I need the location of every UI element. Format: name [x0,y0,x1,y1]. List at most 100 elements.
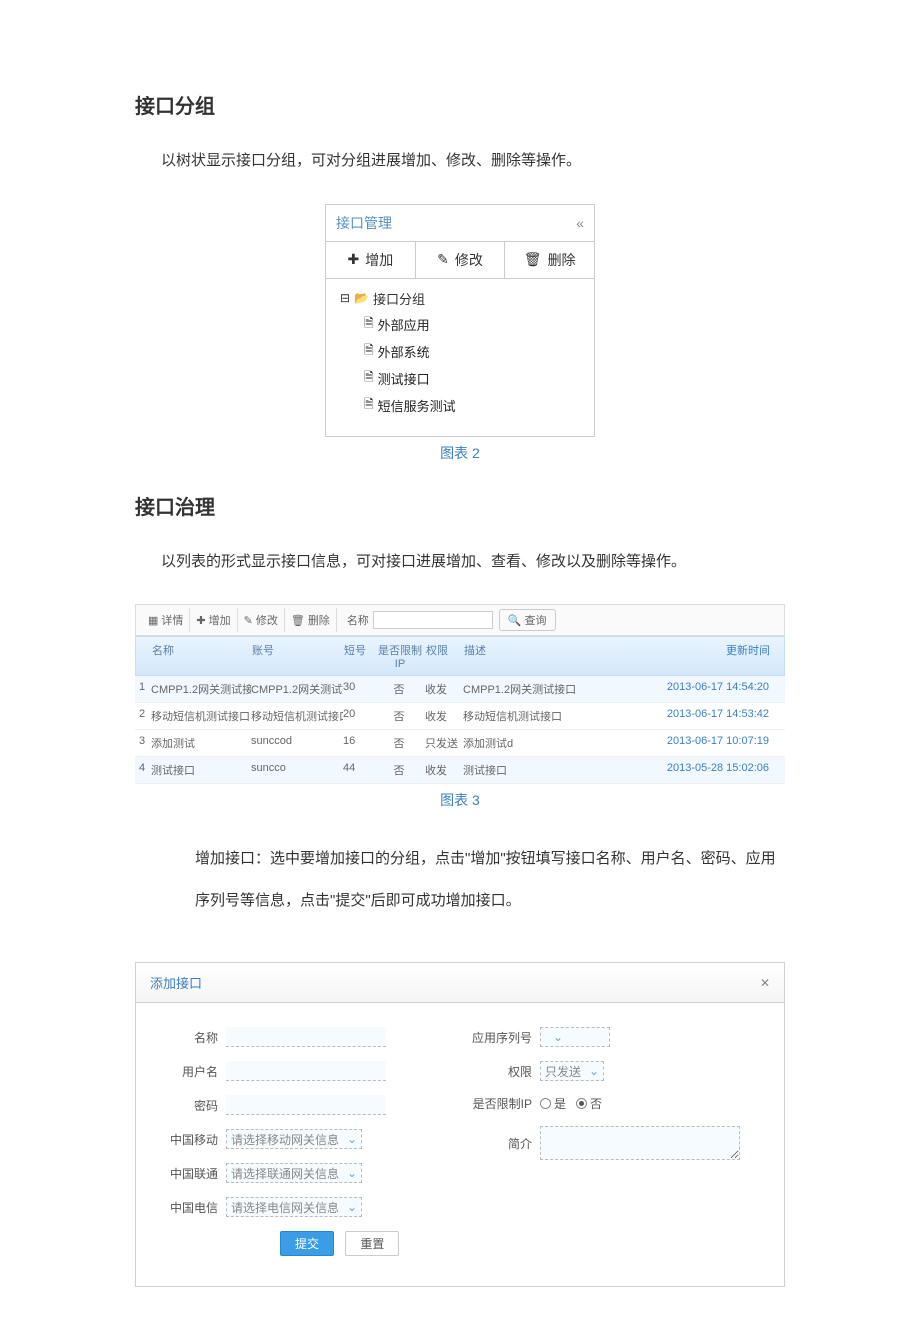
label-cmcc: 中国移动 [146,1131,218,1148]
dialog-header: 添加接口 ✕ [136,963,784,1003]
tree-item[interactable]: 🗎外部系统 [364,341,584,362]
grid-icon: ▦ [148,614,158,627]
edit-icon: ✎ [437,251,449,268]
right-column: 应用序列号⌄ 权限只发送⌄ 是否限制IP 是 否 简介 [460,1027,774,1266]
tree-item-label: 测试接口 [378,369,430,388]
cmcc-select[interactable]: 请选择移动网关信息 ⌄ [226,1129,362,1149]
radio-yes-label: 是 [554,1095,566,1112]
radio-icon [540,1098,551,1109]
figure-caption-3: 图表 3 [135,790,785,810]
add-button[interactable]: ✚增加 [190,608,237,632]
table-row[interactable]: 4 测试接口 suncco 44 否 收发 测试接口 2013-05-28 15… [135,757,785,784]
table-row[interactable]: 3 添加测试 sunccod 16 否 只发送 添加测试d 2013-06-17… [135,730,785,757]
tree-item-label: 短信服务测试 [378,396,456,415]
detail-button[interactable]: ▦详情 [142,608,190,632]
delete-button[interactable]: 🗑删除 [285,608,337,632]
app-sn-select[interactable]: ⌄ [540,1027,610,1047]
radio-icon [576,1098,587,1109]
col-account: 账号 [252,642,344,670]
collapse-node-icon[interactable]: ⊟ [340,291,350,305]
ctcc-select-text: 请选择电信网关信息 [231,1199,339,1216]
chevron-down-icon: ⌄ [347,1132,357,1146]
cell-desc: 测试接口 [463,762,639,778]
cell-time: 2013-05-28 15:02:06 [639,762,769,778]
panel-title-bar: 接口管理 « [326,205,594,242]
delete-button-label: 删除 [548,250,576,270]
tree-root-label: 接口分组 [373,289,425,308]
search-button[interactable]: 🔍查询 [499,609,556,631]
section-desc-manage: 以列表的形式显示接口信息，可对接口进展增加、查看、修改以及删除等操作。 [161,548,785,577]
add-interface-dialog: 添加接口 ✕ 名称 用户名 密码 中国移动请选择移动网关信息⌄ 中国联通请选择联… [135,962,785,1287]
cell-num: 44 [343,762,373,778]
cucc-select[interactable]: 请选择联通网关信息⌄ [226,1163,362,1183]
table-row[interactable]: 2 移动短信机测试接口 移动短信机测试接口 20 否 收发 移动短信机测试接口 … [135,703,785,730]
cell-desc: 移动短信机测试接口 [463,708,639,724]
search-input[interactable] [373,611,493,629]
cell-account: suncco [251,762,343,778]
cmcc-select-text: 请选择移动网关信息 [231,1131,339,1148]
detail-button-label: 详情 [161,612,183,628]
label-intro: 简介 [460,1135,532,1152]
cell-ip: 否 [373,681,425,697]
label-ctcc: 中国电信 [146,1199,218,1216]
dialog-actions: 提交 重置 [146,1231,460,1256]
cell-name: CMPP1.2网关测试接 [151,681,251,697]
delete-button[interactable]: 🗑 删除 [505,242,594,278]
tree-item[interactable]: 🗎短信服务测试 [364,395,584,416]
label-ip: 是否限制IP [460,1095,532,1112]
cell-account: 移动短信机测试接口 [251,708,343,724]
tree: ⊟ 📂 接口分组 🗎外部应用 🗎外部系统 🗎测试接口 🗎短信服务测试 [326,279,594,436]
table-row[interactable]: 1 CMPP1.2网关测试接 CMPP1.2网关测试接 30 否 收发 CMPP… [135,676,785,703]
label-app-sn: 应用序列号 [460,1029,532,1046]
plus-icon: ✚ [196,614,205,627]
add-button[interactable]: ✚ 增加 [326,242,416,278]
collapse-icon[interactable]: « [576,215,584,231]
name-field[interactable] [226,1027,386,1047]
password-field[interactable] [226,1095,386,1115]
chevron-down-icon: ⌄ [553,1030,563,1044]
tree-item[interactable]: 🗎测试接口 [364,368,584,389]
radio-no[interactable]: 否 [576,1095,602,1112]
section-heading-manage: 接口治理 [135,491,785,520]
edit-button-label: 修改 [256,612,278,628]
cell-perm: 收发 [425,681,463,697]
intro-textarea[interactable] [540,1126,740,1160]
cell-account: sunccod [251,735,343,751]
chevron-down-icon: ⌄ [589,1064,599,1078]
tree-root[interactable]: ⊟ 📂 接口分组 [340,289,584,308]
cell-idx: 3 [139,735,151,751]
cell-idx: 2 [139,708,151,724]
radio-yes[interactable]: 是 [540,1095,566,1112]
cell-perm: 收发 [425,762,463,778]
left-column: 名称 用户名 密码 中国移动请选择移动网关信息⌄ 中国联通请选择联通网关信息⌄ … [146,1027,460,1266]
close-icon[interactable]: ✕ [760,976,770,990]
search-label: 名称 [347,612,369,628]
edit-icon: ✎ [244,614,253,627]
edit-button-label: 修改 [455,250,483,270]
col-desc: 描述 [464,642,640,670]
perm-select[interactable]: 只发送⌄ [540,1061,604,1081]
dialog-title: 添加接口 [150,973,202,992]
reset-button[interactable]: 重置 [345,1231,399,1256]
cell-desc: 添加测试d [463,735,639,751]
ctcc-select[interactable]: 请选择电信网关信息⌄ [226,1197,362,1217]
cell-account: CMPP1.2网关测试接 [251,681,343,697]
tree-item[interactable]: 🗎外部应用 [364,314,584,335]
edit-button[interactable]: ✎ 修改 [416,242,506,278]
section-desc-groups: 以树状显示接口分组，可对分组进展增加、修改、删除等操作。 [161,147,785,176]
edit-button[interactable]: ✎修改 [238,608,285,632]
figure-caption-2: 图表 2 [135,443,785,463]
interface-manage-panel: 接口管理 « ✚ 增加 ✎ 修改 🗑 删除 ⊟ 📂 接口分组 🗎外部应用 🗎外部… [325,204,595,437]
delete-button-label: 删除 [308,612,330,628]
page-icon: 🗎 [364,341,374,362]
radio-no-label: 否 [590,1095,602,1112]
search-icon: 🔍 [508,614,522,627]
cell-num: 20 [343,708,373,724]
cell-idx: 4 [139,762,151,778]
add-interface-paragraph: 增加接口：选中要增加接口的分组，点击"增加"按钮填写接口名称、用户名、密码、应用… [195,838,785,922]
user-field[interactable] [226,1061,386,1081]
submit-button[interactable]: 提交 [280,1231,334,1256]
cell-desc: CMPP1.2网关测试接口 [463,681,639,697]
cell-perm: 只发送 [425,735,463,751]
tree-item-label: 外部应用 [378,315,430,334]
